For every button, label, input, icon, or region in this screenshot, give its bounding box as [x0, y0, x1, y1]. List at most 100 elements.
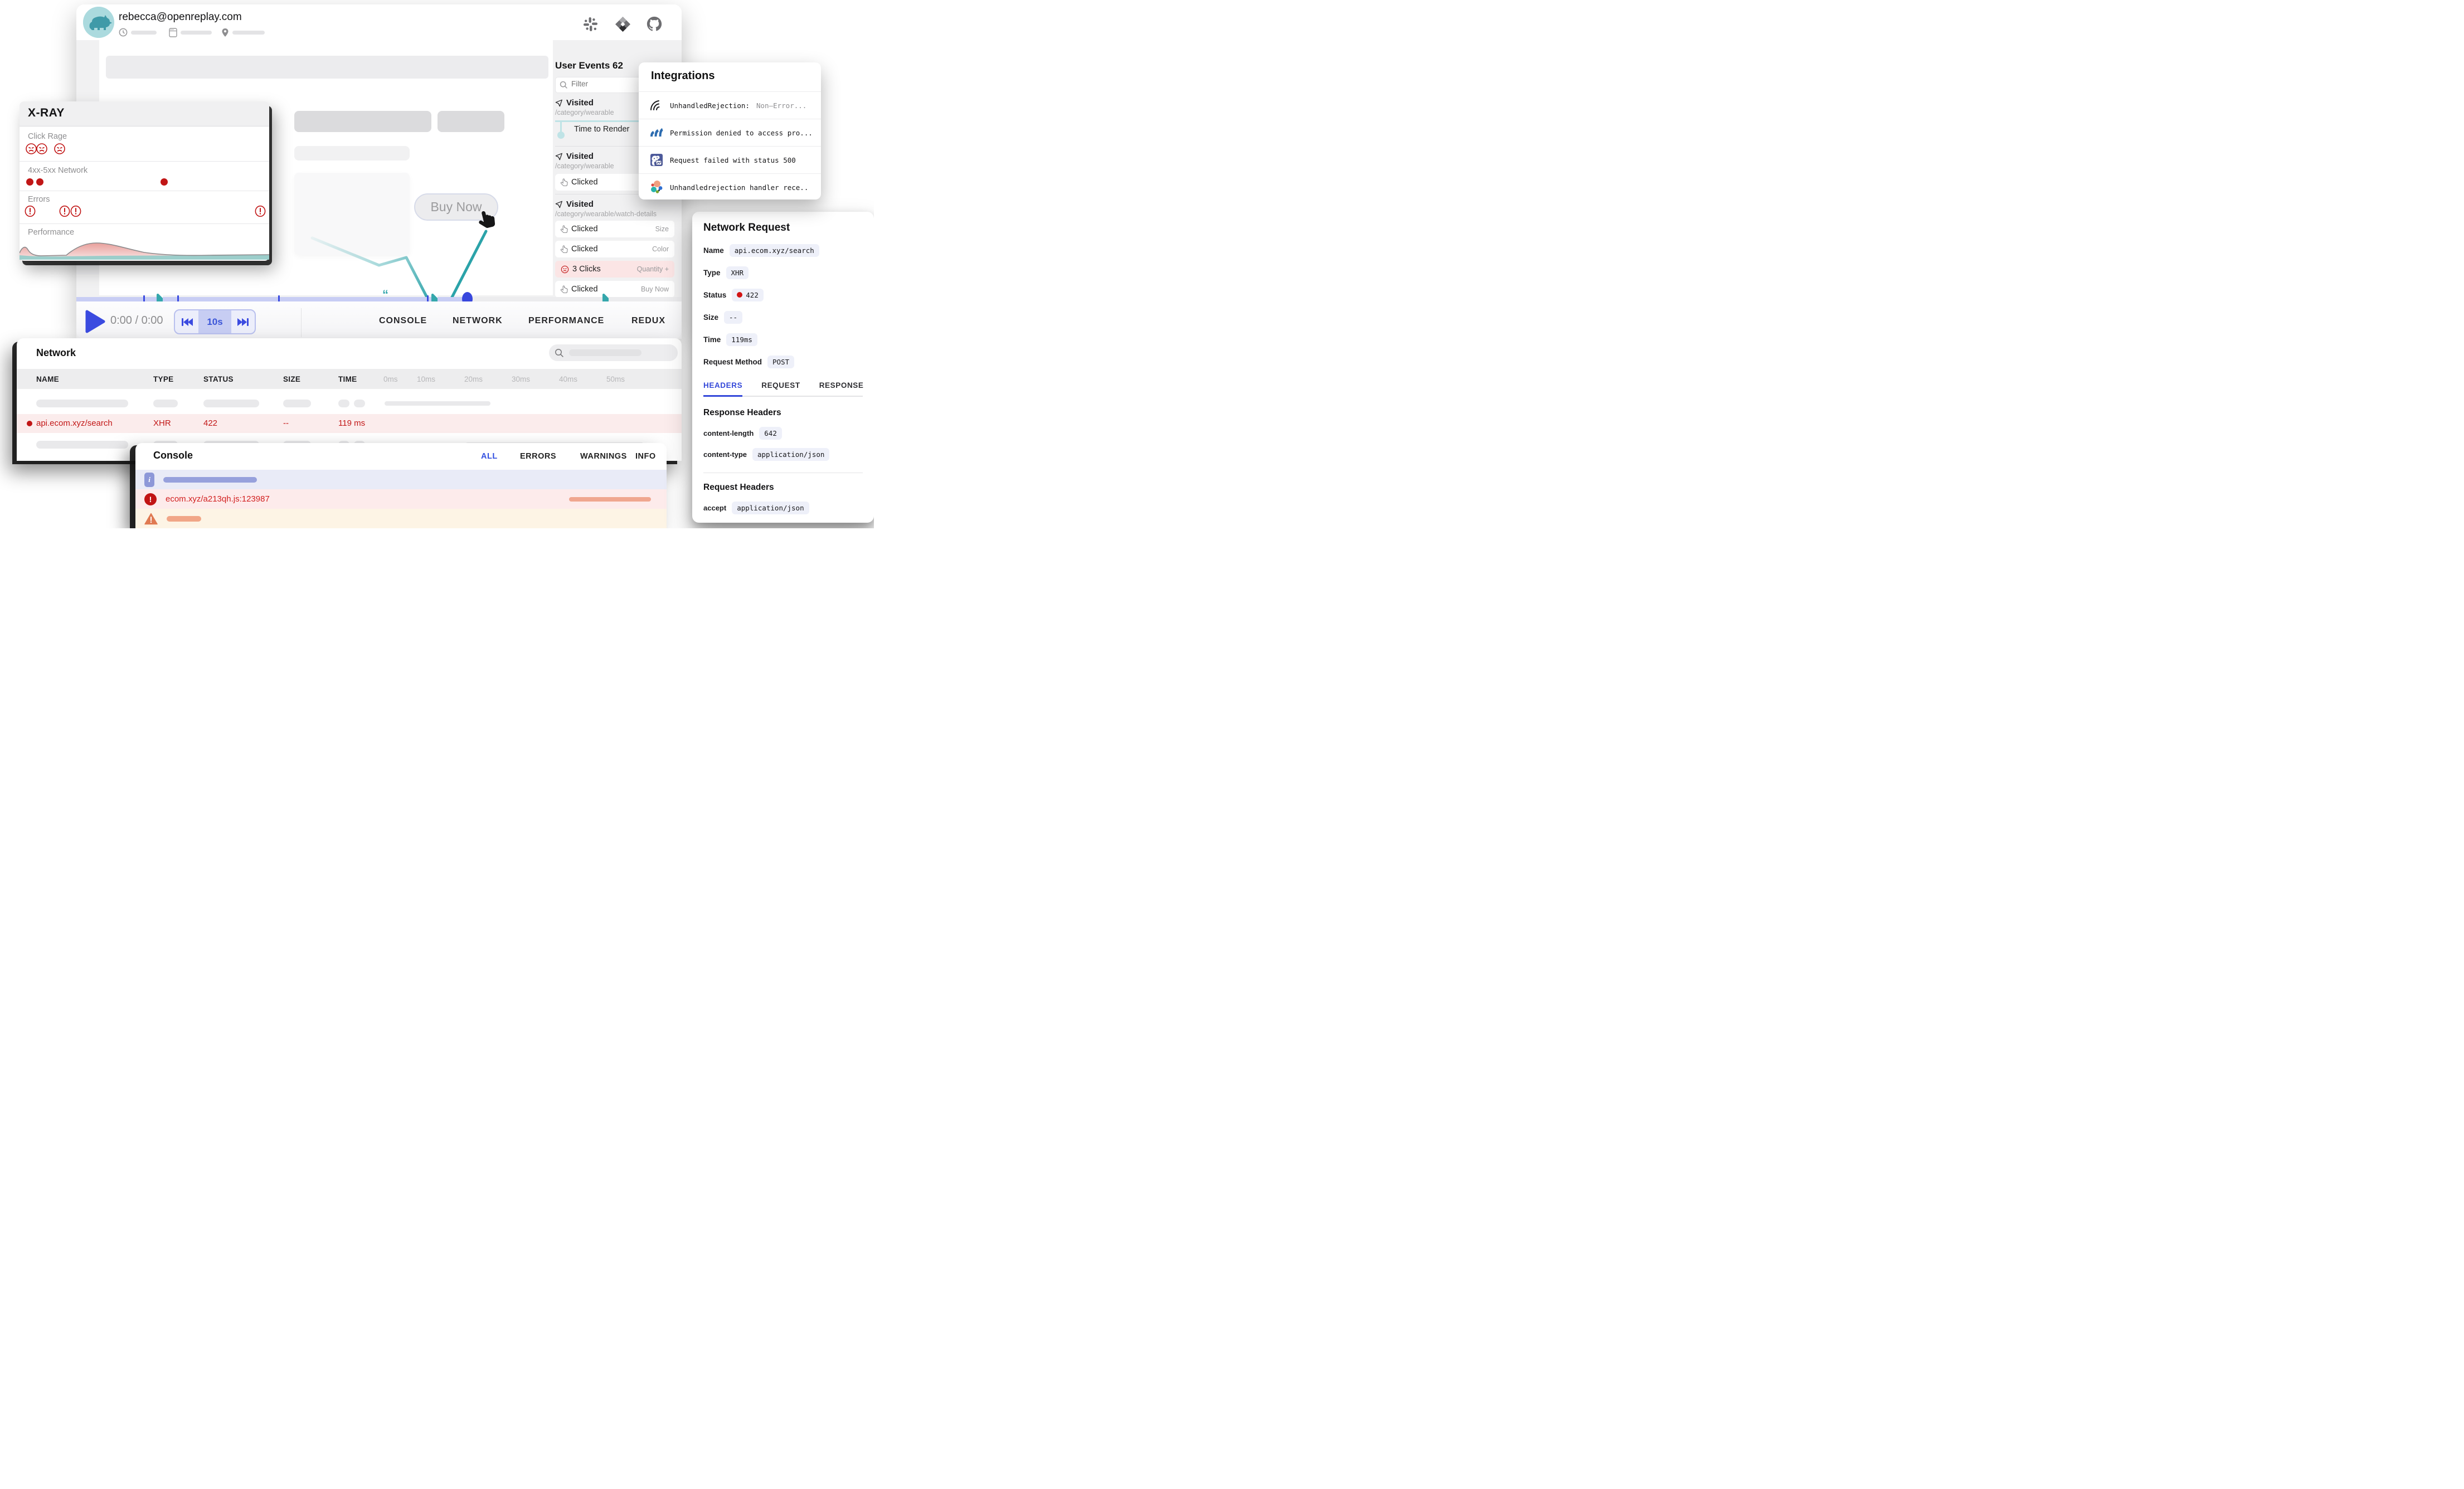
cell-size: --	[283, 419, 289, 428]
location-pin-icon	[221, 28, 229, 37]
col-name[interactable]: NAME	[36, 375, 59, 383]
skeleton	[338, 400, 349, 407]
time-tick: 10ms	[417, 375, 435, 383]
console-tab-warnings[interactable]: WARNINGS	[580, 452, 627, 461]
divider	[301, 308, 302, 337]
player-controls-bar: 0:00 / 0:00 10s CONSOLE NET	[76, 301, 682, 339]
integration-text: Request failed with status 500	[670, 156, 796, 164]
network-search-field[interactable]	[549, 344, 678, 361]
time-tick: 40ms	[559, 375, 577, 383]
network-table-header: NAME TYPE STATUS SIZE TIME 0ms 10ms 20ms…	[17, 369, 682, 389]
search-skeleton	[569, 349, 641, 356]
divider	[20, 161, 269, 162]
tab-request[interactable]: REQUEST	[761, 381, 800, 390]
time-tick: 30ms	[512, 375, 530, 383]
integration-item-waves[interactable]: Permission denied to access pro...	[639, 119, 821, 146]
session-meta-location	[221, 28, 265, 37]
search-icon	[555, 348, 564, 358]
request-detail-tabs: HEADERS REQUEST RESPONSE	[703, 381, 863, 390]
log-skeleton	[569, 497, 651, 502]
console-panel: Console ALL ERRORS WARNINGS INFO i ! eco…	[135, 443, 667, 528]
integration-text-muted: Non—Error...	[756, 101, 806, 110]
header-label: content-type	[703, 450, 747, 459]
time-tick: 20ms	[464, 375, 483, 383]
cell-time: 119 ms	[338, 419, 365, 428]
skip-forward-icon	[237, 317, 249, 327]
skeleton	[283, 400, 311, 407]
datadog-icon	[650, 153, 663, 167]
rhino-icon	[83, 7, 114, 38]
jira-icon[interactable]	[615, 16, 631, 32]
header-label: content-length	[703, 429, 754, 437]
request-method-value: POST	[767, 356, 794, 368]
cursor-hand-icon	[477, 209, 497, 230]
waves-icon	[650, 126, 663, 139]
header-value: application/json	[752, 448, 829, 461]
integration-text: UnhandledRejection:	[670, 101, 750, 110]
network-panel-title: Network	[36, 347, 76, 359]
error-icons[interactable]	[24, 205, 267, 217]
github-icon[interactable]	[646, 16, 663, 32]
session-user-email: rebecca@openreplay.com	[119, 11, 242, 23]
xray-row-label: Performance	[28, 228, 74, 237]
tab-performance[interactable]: PERFORMANCE	[528, 316, 604, 326]
console-tab-all[interactable]: ALL	[481, 452, 498, 461]
console-tab-errors[interactable]: ERRORS	[520, 452, 556, 461]
timeline-quote-marker[interactable]: “	[382, 288, 387, 302]
header-label: accept	[703, 504, 726, 512]
session-header: rebecca@openreplay.com	[76, 4, 682, 41]
tab-response[interactable]: RESPONSE	[819, 381, 864, 390]
network-request-panel: Network Request Name api.ecom.xyz/search…	[692, 212, 874, 523]
table-row-error[interactable]: api.ecom.xyz/search XHR 422 -- 119 ms	[17, 414, 682, 433]
console-tab-info[interactable]: INFO	[635, 452, 656, 461]
skeleton	[203, 400, 259, 407]
network-error-dot[interactable]	[26, 178, 33, 186]
integration-item-elastic[interactable]: Unhandledrejection handler rece..	[639, 173, 821, 201]
header-value: application/json	[732, 502, 809, 514]
tab-console[interactable]: CONSOLE	[379, 316, 427, 326]
col-status[interactable]: STATUS	[203, 375, 234, 383]
request-name-value: api.ecom.xyz/search	[730, 244, 819, 257]
tab-underline-active	[703, 395, 742, 397]
integration-item-sentry[interactable]: UnhandledRejection: Non—Error...	[639, 91, 821, 119]
field-label: Status	[703, 291, 726, 299]
skeleton	[354, 400, 365, 407]
xray-title: X-RAY	[28, 106, 65, 120]
info-icon: i	[144, 473, 154, 487]
console-log-info[interactable]: i	[135, 470, 667, 489]
slack-icon[interactable]	[583, 17, 598, 32]
browser-icon	[169, 28, 177, 37]
time-tick: 0ms	[383, 375, 398, 383]
col-type[interactable]: TYPE	[153, 375, 173, 383]
meta-skeleton	[232, 31, 265, 35]
skeleton	[36, 441, 128, 449]
meta-skeleton	[131, 31, 157, 35]
log-skeleton	[167, 516, 201, 522]
console-log-error[interactable]: ! ecom.xyz/a213qh.js:123987	[135, 489, 667, 509]
integrations-title: Integrations	[651, 70, 715, 82]
skip-forward-button[interactable]	[231, 310, 255, 333]
col-time[interactable]: TIME	[338, 375, 357, 383]
performance-sparkline	[20, 238, 269, 261]
session-meta-browser	[169, 28, 212, 37]
console-log-warning[interactable]	[135, 509, 667, 528]
avatar	[83, 7, 114, 38]
network-error-dot[interactable]	[161, 178, 168, 186]
cell-status: 422	[203, 419, 217, 428]
field-label: Name	[703, 246, 724, 255]
skip-back-button[interactable]	[175, 310, 198, 333]
divider	[20, 223, 269, 224]
skip-controls: 10s	[174, 309, 256, 334]
tab-headers[interactable]: HEADERS	[703, 381, 742, 390]
request-size-value: --	[724, 311, 742, 324]
network-request-title: Network Request	[703, 222, 790, 234]
tab-network[interactable]: NETWORK	[453, 316, 503, 326]
tab-redux[interactable]: REDUX	[631, 316, 665, 326]
network-error-dot[interactable]	[36, 178, 43, 186]
play-button[interactable]	[85, 310, 105, 333]
playback-time: 0:00 / 0:00	[110, 314, 163, 327]
col-size[interactable]: SIZE	[283, 375, 300, 383]
skip-amount[interactable]: 10s	[198, 310, 231, 333]
integration-item-datadog[interactable]: Request failed with status 500	[639, 146, 821, 173]
click-rage-icons[interactable]	[25, 143, 75, 155]
